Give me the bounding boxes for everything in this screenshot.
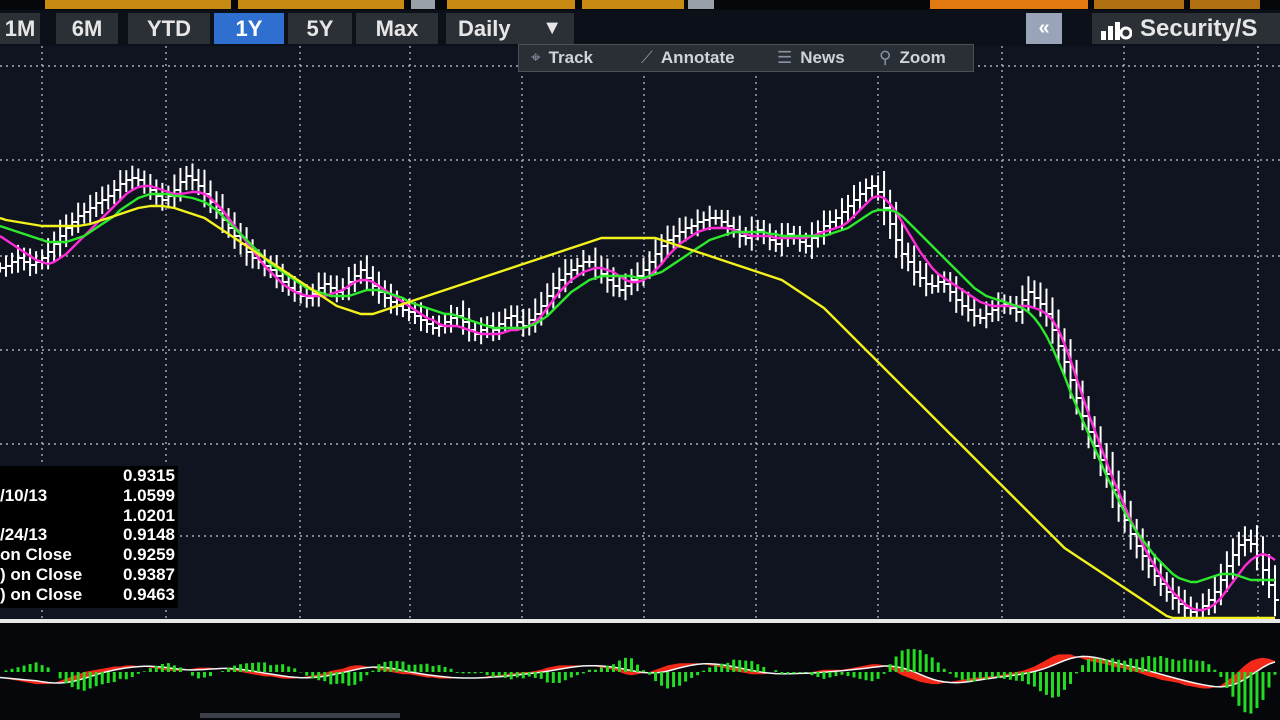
track-button[interactable]: ⌖ Track [531, 45, 593, 71]
crosshair-icon: ⌖ [531, 48, 541, 67]
annotate-label: Annotate [660, 48, 735, 67]
legend-value: 0.9148 [123, 525, 175, 545]
magnifier-icon: ⚲ [879, 48, 892, 67]
legend-value: 0.9463 [123, 584, 175, 604]
legend-label: ) on Close [0, 564, 83, 584]
legend-panel: 0.9315 /10/13 1.0599 1.0201 /24/13 0.9148 … [0, 466, 178, 608]
scrollbar-thumb[interactable] [200, 713, 400, 718]
legend-label: on Close [0, 545, 72, 565]
legend-value: 1.0201 [123, 505, 175, 525]
legend-value: 1.0599 [123, 485, 175, 505]
legend-value: 0.9259 [123, 545, 175, 565]
legend-value: 0.9387 [123, 564, 175, 584]
zoom-label: Zoom [899, 48, 946, 67]
legend-row: ) on Close 0.9463 [0, 585, 178, 605]
legend-label: /24/13 [0, 525, 48, 545]
legend-label: /10/13 [0, 485, 48, 505]
news-button[interactable]: ☰ News [777, 45, 845, 71]
legend-row: 0.9315 [0, 466, 178, 486]
legend-value: 0.9315 [123, 466, 175, 485]
price-chart[interactable] [0, 0, 1280, 720]
legend-row: /10/13 1.0599 [0, 486, 178, 506]
zoom-button[interactable]: ⚲ Zoom [879, 45, 946, 71]
news-label: News [800, 48, 845, 67]
legend-row: /24/13 0.9148 [0, 525, 178, 545]
list-icon: ☰ [777, 48, 793, 67]
legend-row: on Close 0.9259 [0, 545, 178, 565]
pencil-icon: ⟋ [641, 48, 653, 67]
track-label: Track [548, 48, 594, 67]
chart-background [0, 46, 1280, 620]
legend-row: ) on Close 0.9387 [0, 565, 178, 585]
annotate-button[interactable]: ⟋ Annotate [641, 45, 735, 71]
legend-label: ) on Close [0, 584, 83, 604]
legend-row: 1.0201 [0, 506, 178, 526]
chart-toolbar: ⌖ Track ⟋ Annotate ☰ News ⚲ Zoom [518, 44, 974, 72]
